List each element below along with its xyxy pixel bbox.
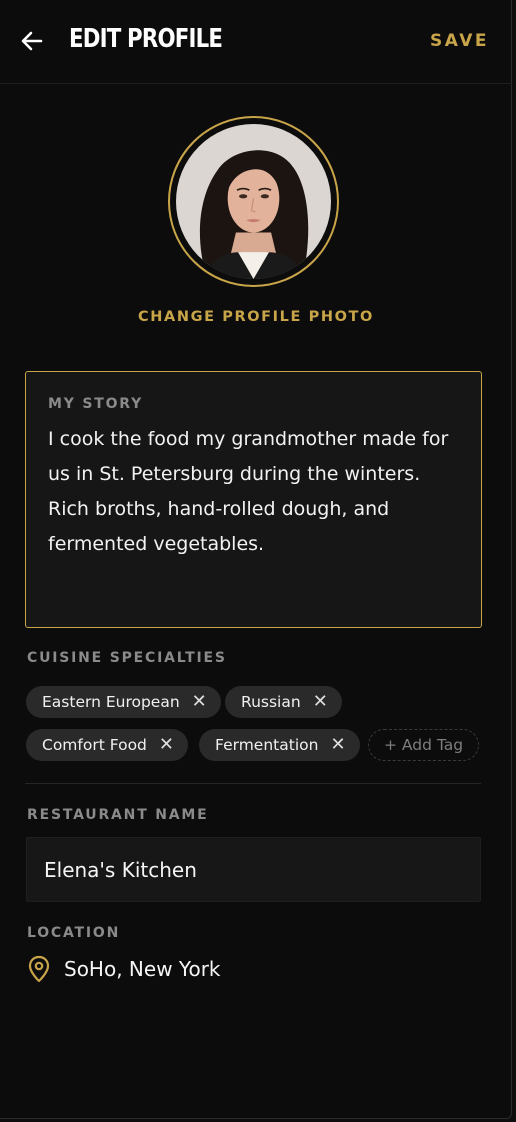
profile-photo [176, 124, 331, 279]
close-icon[interactable]: ✕ [192, 693, 207, 711]
story-label: MY STORY [48, 396, 144, 412]
close-icon[interactable]: ✕ [313, 693, 328, 711]
story-text[interactable]: I cook the food my grandmother made for … [48, 422, 459, 562]
tag-comfort-food: Comfort Food ✕ [26, 729, 188, 761]
avatar[interactable] [168, 116, 339, 287]
location-value: SoHo, New York [64, 957, 221, 981]
add-tag-button[interactable]: + Add Tag [368, 729, 480, 761]
location-label: LOCATION [27, 925, 121, 941]
map-pin-icon [28, 955, 50, 983]
tag-label: Russian [241, 693, 301, 711]
arrow-left-icon[interactable] [19, 28, 45, 54]
page-title: EDIT PROFILE [69, 24, 223, 54]
tag-label: Fermentation [215, 736, 319, 754]
cuisine-label: CUISINE SPECIALTIES [27, 650, 227, 666]
location-field[interactable]: SoHo, New York [27, 955, 221, 983]
tag-label: Comfort Food [42, 736, 147, 754]
save-button[interactable]: SAVE [430, 31, 489, 51]
edit-profile-screen: EDIT PROFILE SAVE CHANGE PROFILE PHOTO M… [0, 0, 512, 1119]
change-photo-button[interactable]: CHANGE PROFILE PHOTO [0, 309, 512, 325]
close-icon[interactable]: ✕ [330, 736, 345, 754]
tag-fermentation: Fermentation ✕ [199, 729, 360, 761]
tag-russian: Russian ✕ [225, 686, 342, 718]
restaurant-name-input[interactable] [26, 837, 481, 902]
restaurant-name-label: RESTAURANT NAME [27, 807, 209, 823]
story-field[interactable]: MY STORY I cook the food my grandmother … [25, 371, 482, 628]
tag-eastern-european: Eastern European ✕ [26, 686, 221, 718]
divider [25, 783, 481, 784]
header-bar: EDIT PROFILE SAVE [0, 0, 512, 84]
tag-label: Eastern European [42, 693, 180, 711]
close-icon[interactable]: ✕ [159, 736, 174, 754]
